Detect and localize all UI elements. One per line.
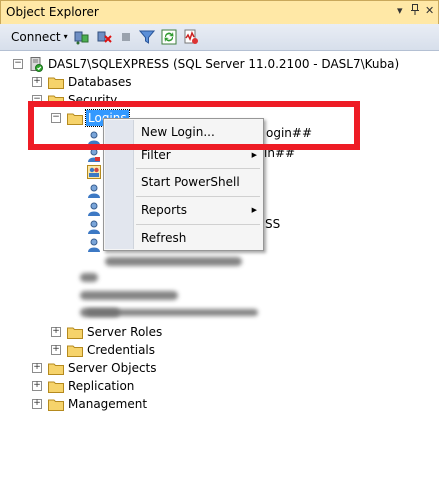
- folder-icon: [67, 345, 83, 357]
- folder-open-icon: [48, 95, 64, 107]
- folder-icon: [67, 327, 83, 339]
- login-name-3[interactable]: SS: [265, 215, 280, 233]
- expand-toggle[interactable]: +: [32, 381, 42, 391]
- connect-button[interactable]: Connect ▾: [11, 30, 68, 44]
- menu-separator: [136, 168, 260, 169]
- filter-icon[interactable]: [139, 29, 155, 45]
- stop-icon[interactable]: [118, 29, 134, 45]
- redacted-login: [80, 273, 98, 282]
- tree-node-databases[interactable]: + Databases: [0, 73, 300, 91]
- redacted-login: [105, 257, 242, 266]
- close-button[interactable]: ✕: [425, 4, 434, 17]
- object-explorer-window: Object Explorer ▾ ✕ Connect ▾ − DASL7\SQ…: [0, 0, 439, 491]
- login-name-1[interactable]: ogin##: [266, 124, 312, 142]
- login-user-icon[interactable]: [87, 131, 101, 145]
- tree-node-server-objects[interactable]: + Server Objects: [0, 359, 300, 377]
- expand-toggle[interactable]: +: [51, 345, 61, 355]
- databases-label: Databases: [68, 75, 132, 89]
- replication-label: Replication: [68, 379, 135, 393]
- server-objects-label: Server Objects: [68, 361, 157, 375]
- tree-node-credentials[interactable]: + Credentials: [0, 341, 300, 359]
- menu-item-start-powershell[interactable]: Start PowerShell: [141, 172, 240, 192]
- menu-separator: [136, 224, 260, 225]
- menu-item-filter[interactable]: Filter ▶: [141, 145, 257, 165]
- folder-icon: [48, 363, 64, 375]
- management-label: Management: [68, 397, 148, 411]
- auto-hide-pin-icon[interactable]: [411, 4, 419, 18]
- filter-label: Filter: [141, 148, 171, 162]
- window-title: Object Explorer: [6, 5, 99, 19]
- login-user-icon[interactable]: [87, 202, 101, 216]
- connect-icon[interactable]: [73, 29, 89, 45]
- expand-toggle[interactable]: +: [32, 77, 42, 87]
- menu-icon-gutter: [105, 120, 134, 249]
- folder-icon: [48, 399, 64, 411]
- expand-toggle[interactable]: +: [51, 327, 61, 337]
- login-group-icon[interactable]: [87, 165, 101, 179]
- menu-item-refresh[interactable]: Refresh: [141, 228, 186, 248]
- tree-node-server[interactable]: − DASL7\SQLEXPRESS (SQL Server 11.0.2100…: [0, 55, 439, 73]
- tree-node-security[interactable]: − Security: [0, 91, 300, 109]
- folder-icon: [48, 381, 64, 393]
- tree-node-management[interactable]: + Management: [0, 395, 300, 413]
- server-icon: [30, 57, 43, 72]
- collapse-toggle[interactable]: −: [32, 95, 42, 105]
- server-label: DASL7\SQLEXPRESS (SQL Server 11.0.2100 -…: [48, 57, 400, 71]
- refresh-icon[interactable]: [161, 29, 177, 45]
- connect-label: Connect: [11, 30, 61, 44]
- object-explorer-tree: − DASL7\SQLEXPRESS (SQL Server 11.0.2100…: [0, 51, 439, 491]
- credentials-label: Credentials: [87, 343, 156, 357]
- login-name-2[interactable]: in##: [264, 144, 295, 162]
- menu-separator: [136, 196, 260, 197]
- expand-toggle[interactable]: +: [32, 399, 42, 409]
- menu-item-new-login[interactable]: New Login...: [141, 122, 215, 142]
- collapse-toggle[interactable]: −: [13, 59, 23, 69]
- login-user-icon[interactable]: [87, 148, 101, 162]
- menu-item-reports[interactable]: Reports ▶: [141, 200, 257, 220]
- expand-toggle[interactable]: +: [32, 363, 42, 373]
- login-user-icon[interactable]: [87, 184, 101, 198]
- login-user-icon[interactable]: [87, 238, 101, 252]
- collapse-toggle[interactable]: −: [51, 113, 61, 123]
- redacted-login: [86, 309, 258, 316]
- folder-icon: [48, 77, 64, 89]
- security-label: Security: [68, 93, 118, 107]
- server-roles-label: Server Roles: [87, 325, 163, 339]
- folder-icon: [67, 113, 83, 125]
- title-bar: Object Explorer ▾ ✕: [0, 0, 439, 24]
- context-menu: New Login... Filter ▶ Start PowerShell R…: [103, 118, 264, 251]
- activity-monitor-icon[interactable]: [183, 29, 199, 45]
- tree-node-server-roles[interactable]: + Server Roles: [0, 323, 300, 341]
- disconnect-icon[interactable]: [96, 29, 112, 45]
- redacted-login: [80, 291, 178, 300]
- submenu-arrow-icon: ▶: [251, 206, 257, 214]
- login-user-icon[interactable]: [87, 220, 101, 234]
- submenu-arrow-icon: ▶: [251, 151, 257, 159]
- window-position-dropdown[interactable]: ▾: [397, 4, 403, 17]
- reports-label: Reports: [141, 203, 188, 217]
- toolbar: Connect ▾: [0, 24, 439, 51]
- tree-node-replication[interactable]: + Replication: [0, 377, 300, 395]
- connect-dropdown-arrow[interactable]: ▾: [64, 32, 68, 41]
